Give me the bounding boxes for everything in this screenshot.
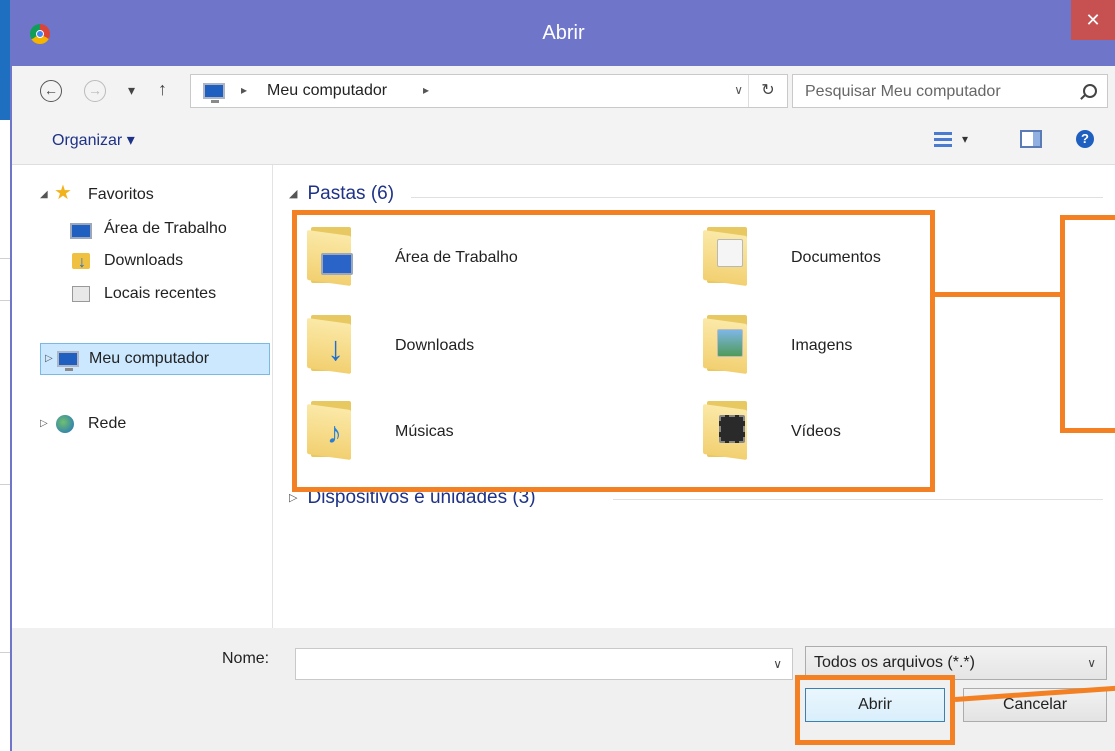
file-name-dropdown[interactable]: ∨ bbox=[773, 657, 782, 671]
back-button[interactable]: ← bbox=[40, 80, 62, 102]
recent-locations-button[interactable]: ▾ bbox=[128, 82, 135, 99]
nav-my-computer[interactable]: ▷ Meu computador bbox=[40, 343, 270, 375]
preview-pane-icon[interactable] bbox=[1020, 130, 1042, 148]
address-bar[interactable]: ▸ Meu computador ▸ ∨ ↻ bbox=[190, 74, 788, 108]
annotation-box-folders bbox=[292, 210, 935, 492]
view-options-icon[interactable] bbox=[934, 132, 952, 148]
navigation-pane: ◢ ★ Favoritos Área de Trabalho Downloads… bbox=[12, 165, 273, 628]
recent-places-icon bbox=[72, 286, 90, 302]
nav-desktop-label: Área de Trabalho bbox=[104, 220, 227, 237]
computer-icon bbox=[57, 351, 79, 371]
file-type-value: Todos os arquivos (*.*) bbox=[814, 654, 975, 671]
group-divider bbox=[411, 197, 1103, 198]
collapse-arrow-icon[interactable]: ▷ bbox=[289, 492, 297, 504]
desktop-icon bbox=[70, 223, 92, 239]
expand-arrow-icon[interactable]: ◢ bbox=[40, 181, 48, 209]
nav-network[interactable]: ▷ Rede bbox=[12, 410, 252, 438]
organize-menu[interactable]: Organizar ▾ bbox=[52, 130, 135, 150]
search-box[interactable] bbox=[792, 74, 1108, 109]
collapse-arrow-icon[interactable]: ▷ bbox=[40, 410, 48, 438]
nav-favorites[interactable]: ◢ ★ Favoritos bbox=[12, 181, 252, 209]
up-button[interactable]: ↑ bbox=[158, 79, 167, 100]
file-name-label: Nome: bbox=[222, 650, 270, 667]
network-icon bbox=[56, 415, 74, 433]
nav-recent-places-label: Locais recentes bbox=[104, 285, 217, 302]
refresh-button[interactable]: ↻ bbox=[748, 75, 787, 107]
nav-recent-places[interactable]: Locais recentes bbox=[12, 280, 252, 308]
computer-icon bbox=[203, 83, 225, 103]
file-name-combobox[interactable]: ∨ bbox=[295, 648, 793, 681]
annotation-callout-box bbox=[1060, 215, 1115, 433]
annotation-box-open-button bbox=[795, 675, 955, 745]
address-history-dropdown[interactable]: ∨ bbox=[734, 83, 743, 97]
help-icon[interactable]: ? bbox=[1076, 130, 1094, 148]
star-icon: ★ bbox=[54, 182, 72, 204]
close-button[interactable]: ✕ bbox=[1071, 0, 1115, 40]
nav-desktop[interactable]: Área de Trabalho bbox=[12, 215, 252, 243]
breadcrumb-computer[interactable]: Meu computador bbox=[267, 82, 387, 100]
nav-network-label: Rede bbox=[88, 415, 127, 432]
group-divider bbox=[613, 499, 1103, 500]
breadcrumb-separator[interactable]: ▸ bbox=[423, 83, 429, 97]
view-options-dropdown[interactable]: ▾ bbox=[962, 132, 968, 146]
file-name-input[interactable] bbox=[296, 649, 764, 681]
downloads-icon bbox=[72, 249, 90, 277]
nav-downloads-label: Downloads bbox=[104, 252, 184, 269]
toolbar: Organizar ▾ ▾ ? bbox=[12, 114, 1115, 165]
group-header-folders[interactable]: ◢ Pastas (6) bbox=[289, 183, 394, 205]
title-bar[interactable]: Abrir ✕ bbox=[12, 0, 1115, 66]
group-header-folders-label: Pastas (6) bbox=[307, 183, 395, 204]
forward-button[interactable]: → bbox=[84, 80, 106, 102]
expand-arrow-icon[interactable]: ◢ bbox=[289, 188, 297, 200]
nav-my-computer-label: Meu computador bbox=[89, 350, 210, 367]
collapse-arrow-icon[interactable]: ▷ bbox=[45, 344, 53, 374]
address-row: ← → ▾ ↑ ▸ Meu computador ▸ ∨ ↻ bbox=[12, 66, 1115, 114]
nav-downloads[interactable]: Downloads bbox=[12, 247, 252, 277]
search-icon[interactable] bbox=[1083, 84, 1097, 98]
nav-favorites-label: Favoritos bbox=[88, 186, 154, 203]
open-file-dialog: Abrir ✕ ← → ▾ ↑ ▸ Meu computador ▸ ∨ ↻ O… bbox=[10, 0, 1115, 751]
window-title: Abrir bbox=[542, 22, 585, 44]
file-type-dropdown[interactable]: ∨ bbox=[1087, 656, 1096, 670]
annotation-connector bbox=[935, 292, 1065, 297]
search-input[interactable] bbox=[793, 75, 1077, 109]
breadcrumb-separator[interactable]: ▸ bbox=[241, 83, 247, 97]
